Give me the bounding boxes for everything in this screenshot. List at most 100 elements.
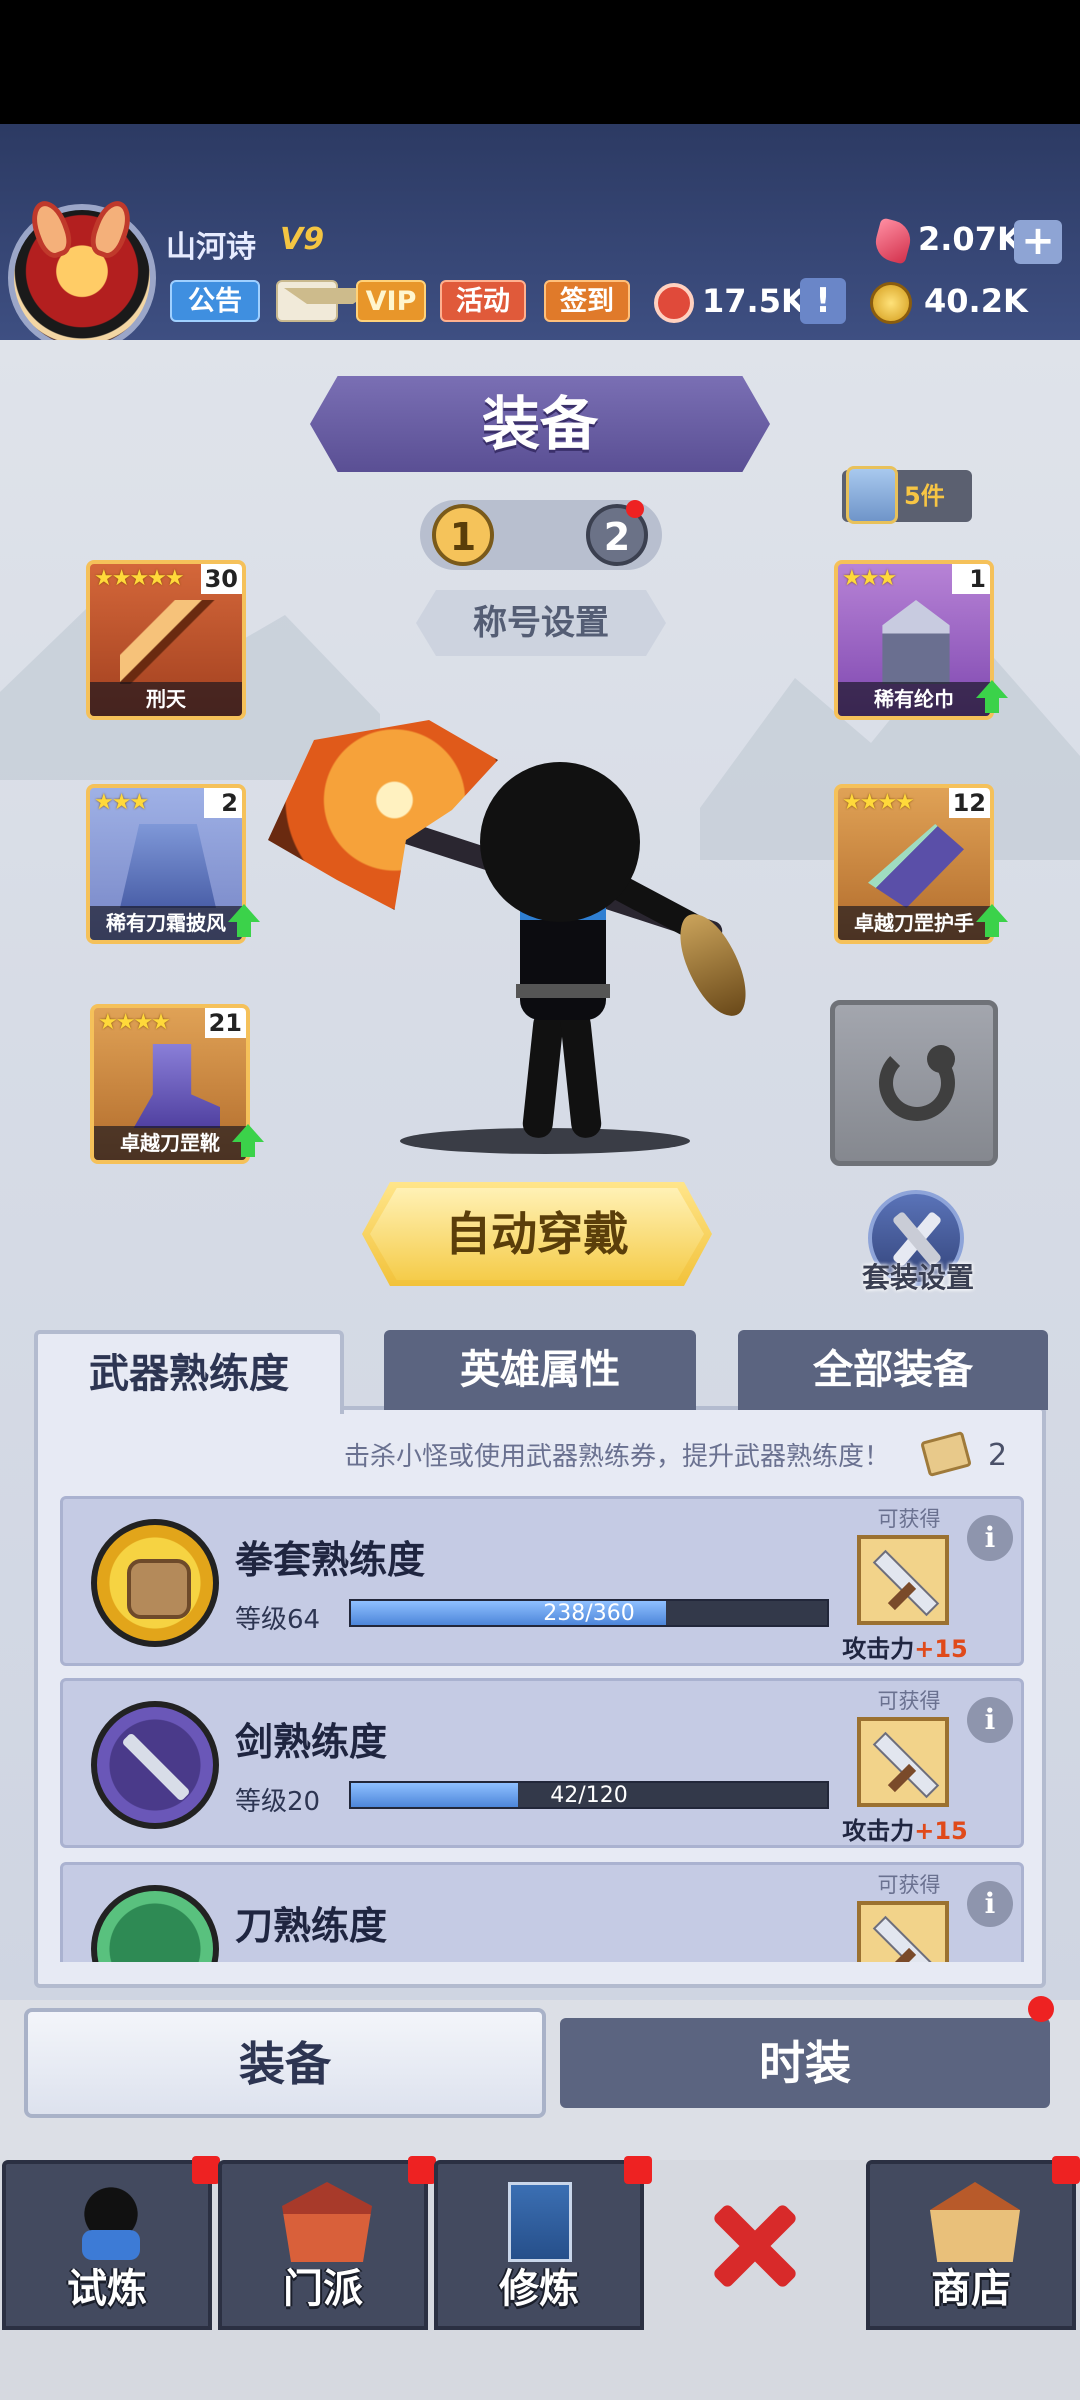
nav-label: 试炼 <box>67 2266 147 2312</box>
mastery-name: 拳套熟练度 <box>235 1538 426 1582</box>
slot-level: 2 <box>204 788 242 818</box>
tab-all-equipment[interactable]: 全部装备 <box>738 1330 1048 1410</box>
mastery-ticket-count: 2 <box>988 1438 1008 1473</box>
reward-label: 可获得 <box>877 1689 941 1713</box>
info-icon[interactable]: i <box>967 1697 1013 1743</box>
slot-stars: ★★★ <box>94 790 149 815</box>
tab-weapon-mastery[interactable]: 武器熟练度 <box>34 1330 344 1414</box>
slot-level: 21 <box>204 1008 246 1038</box>
notification-dot <box>192 2156 220 2184</box>
mastery-name: 剑熟练度 <box>235 1720 388 1764</box>
token-counter: 17.5K <box>654 278 806 324</box>
equip-slot-weapon[interactable]: ★★★★★ 30 刑天 <box>86 560 246 720</box>
gloves-art-icon <box>868 824 964 908</box>
slot-name: 卓越刀罡靴 <box>94 1126 246 1160</box>
slot-stars: ★★★★★ <box>94 566 185 591</box>
equip-slot-boots[interactable]: ★★★★ 21 卓越刀罡靴 <box>90 1004 250 1164</box>
notice-button[interactable]: 公告 <box>170 280 260 322</box>
slot-stars: ★★★★ <box>842 790 915 815</box>
info-icon[interactable]: i <box>967 1515 1013 1561</box>
event-button[interactable]: 活动 <box>440 280 526 322</box>
hat-art-icon <box>882 600 950 684</box>
slot-stars: ★★★ <box>842 566 897 591</box>
nav-shop[interactable]: 商店 <box>866 2160 1076 2330</box>
tab-equipment[interactable]: 装备 <box>24 2008 546 2118</box>
tab-fashion[interactable]: 时装 <box>560 2018 1050 2108</box>
token-icon <box>654 283 694 323</box>
gold-amount: 40.2K <box>924 282 1028 320</box>
sword-icon <box>91 1701 219 1829</box>
slot-level: 12 <box>948 788 990 818</box>
title-setting-button[interactable]: 称号设置 <box>416 590 666 656</box>
hero-character[interactable] <box>480 762 640 922</box>
mail-button[interactable] <box>276 280 376 322</box>
reward-label: 可获得 <box>877 1507 941 1531</box>
tab-hero-attributes[interactable]: 英雄属性 <box>384 1330 696 1410</box>
book-icon <box>508 2182 572 2262</box>
mastery-row-sword[interactable]: 剑熟练度 等级20 42/120 可获得 攻击力+15 i <box>60 1678 1024 1848</box>
page-title: 装备 <box>481 390 598 458</box>
weapon-art-icon <box>120 600 216 684</box>
status-bar <box>0 0 1080 124</box>
equip-slot-hat[interactable]: ★★★ 1 稀有纶巾 <box>834 560 994 720</box>
info-icon[interactable]: i <box>967 1881 1013 1927</box>
token-amount: 17.5K <box>702 282 806 320</box>
shop-icon <box>930 2182 1020 2262</box>
mastery-name: 刀熟练度 <box>235 1904 388 1948</box>
mastery-level: 等级20 <box>235 1787 321 1817</box>
reward-label: 可获得 <box>877 1873 941 1897</box>
cloak-art-icon <box>120 824 216 908</box>
vip-button[interactable]: VIP <box>356 280 426 322</box>
close-equipment-button[interactable] <box>644 2160 864 2330</box>
progress-text: 42/120 <box>550 1783 628 1808</box>
sword-reward-icon <box>857 1535 949 1625</box>
temple-icon <box>282 2182 372 2262</box>
slot-level: 1 <box>952 564 990 594</box>
equip-slot-gloves[interactable]: ★★★★ 12 卓越刀罡护手 <box>834 784 994 944</box>
scroll-icon <box>846 466 898 524</box>
nav-label: 修炼 <box>499 2266 579 2312</box>
mastery-progress-bar: 42/120 <box>349 1781 829 1809</box>
mastery-row-blade[interactable]: 刀熟练度 可获得 i <box>60 1862 1024 1962</box>
upgrade-arrow-icon <box>974 680 1010 716</box>
fist-icon <box>91 1519 219 1647</box>
slot-name: 稀有纶巾 <box>838 682 990 716</box>
equip-slot-cloak[interactable]: ★★★ 2 稀有刀霜披风 <box>86 784 246 944</box>
nav-label: 商店 <box>931 2266 1011 2312</box>
slot-name: 卓越刀罡护手 <box>838 906 990 940</box>
slot-name: 刑天 <box>90 682 242 716</box>
mastery-level: 等级64 <box>235 1605 321 1635</box>
upgrade-arrow-icon <box>226 904 262 940</box>
mastery-row-fist[interactable]: 拳套熟练度 等级64 238/360 可获得 攻击力+15 i <box>60 1496 1024 1666</box>
gem-amount: 2.07K <box>918 220 1022 258</box>
blade-icon <box>91 1885 219 1962</box>
mastery-list-clip: 刀熟练度 可获得 i <box>60 1862 1024 1962</box>
ninja-icon <box>66 2182 156 2262</box>
token-info-button[interactable]: ! <box>800 278 846 324</box>
bottom-tab-bar: 装备 时装 <box>0 2000 1080 2160</box>
notification-dot <box>408 2156 436 2184</box>
add-gems-button[interactable]: + <box>1014 220 1062 264</box>
progress-text: 238/360 <box>543 1601 635 1626</box>
nav-sect[interactable]: 门派 <box>218 2160 428 2330</box>
equip-slot-empty[interactable] <box>830 1000 998 1166</box>
loadout-1-button[interactable]: 1 <box>432 504 494 566</box>
nav-cultivate[interactable]: 修炼 <box>434 2160 644 2330</box>
gold-counter: 40.2K <box>870 278 1028 324</box>
auto-equip-button[interactable]: 自动穿戴 <box>362 1182 712 1286</box>
notification-dot <box>626 500 644 518</box>
reward-value: 攻击力+15 <box>842 1817 968 1845</box>
nav-trial[interactable]: 试炼 <box>2 2160 212 2330</box>
gem-counter: 2.07K <box>871 216 1022 265</box>
vip-level-badge: V9 <box>280 222 325 257</box>
mastery-hint: 击杀小怪或使用武器熟练券，提升武器熟练度！ <box>343 1442 890 1472</box>
gold-coin-icon <box>870 282 912 324</box>
signin-button[interactable]: 签到 <box>544 280 630 322</box>
suit-setting-label: 套装设置 <box>861 1261 974 1294</box>
player-name: 山河诗 <box>166 230 256 265</box>
gem-icon <box>871 217 915 265</box>
sword-reward-icon <box>857 1901 949 1962</box>
notification-dot <box>1052 2156 1080 2184</box>
boots-art-icon <box>133 1044 220 1128</box>
slot-name: 稀有刀霜披风 <box>90 906 242 940</box>
